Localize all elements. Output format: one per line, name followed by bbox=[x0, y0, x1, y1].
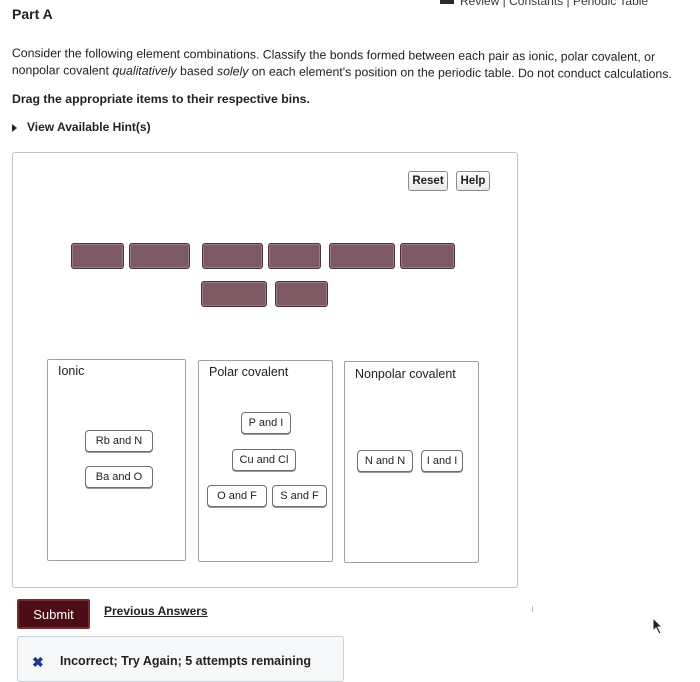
help-button[interactable]: Help bbox=[456, 171, 490, 191]
answer-tile[interactable] bbox=[129, 243, 190, 269]
bin-title: Polar covalent bbox=[209, 365, 289, 379]
instructions: Consider the following element combinati… bbox=[12, 45, 692, 83]
view-hints-toggle[interactable]: View Available Hint(s) bbox=[12, 120, 151, 134]
chip-n-and-n[interactable]: N and N bbox=[357, 450, 413, 472]
feedback-panel: ✖ Incorrect; Try Again; 5 attempts remai… bbox=[17, 636, 344, 682]
triangle-right-icon bbox=[12, 123, 17, 132]
bin-ionic[interactable]: Ionic bbox=[47, 359, 186, 561]
answer-tile[interactable] bbox=[71, 243, 124, 269]
answer-tile[interactable] bbox=[202, 243, 263, 269]
answer-tile[interactable] bbox=[329, 243, 395, 269]
chip-p-and-i[interactable]: P and I bbox=[241, 412, 291, 434]
top-links-text[interactable]: Review | Constants | Periodic Table bbox=[460, 0, 648, 8]
submit-button[interactable]: Submit bbox=[17, 599, 90, 629]
part-label: Part A bbox=[12, 6, 53, 22]
menu-lines-icon bbox=[440, 0, 454, 4]
divider-mark bbox=[532, 606, 533, 612]
chip-o-and-f[interactable]: O and F bbox=[207, 485, 267, 507]
bin-title: Ionic bbox=[58, 364, 85, 378]
answer-tile[interactable] bbox=[268, 243, 321, 269]
drag-instruction: Drag the appropriate items to their resp… bbox=[12, 92, 310, 106]
answer-tile[interactable] bbox=[275, 281, 328, 307]
chip-ba-and-o[interactable]: Ba and O bbox=[85, 466, 153, 488]
answer-tile[interactable] bbox=[201, 281, 267, 307]
x-icon: ✖ bbox=[32, 654, 44, 670]
previous-answers-link[interactable]: Previous Answers bbox=[104, 604, 208, 618]
answer-tile[interactable] bbox=[400, 243, 455, 269]
mouse-pointer-icon bbox=[652, 617, 664, 635]
bin-title: Nonpolar covalent bbox=[355, 367, 456, 381]
chip-i-and-i[interactable]: I and I bbox=[421, 450, 463, 472]
chip-s-and-f[interactable]: S and F bbox=[272, 485, 327, 507]
view-hints-label[interactable]: View Available Hint(s) bbox=[27, 120, 151, 134]
feedback-text: Incorrect; Try Again; 5 attempts remaini… bbox=[60, 654, 311, 668]
reset-button[interactable]: Reset bbox=[408, 171, 448, 191]
top-links[interactable]: Review | Constants | Periodic Table bbox=[440, 0, 700, 8]
chip-cu-and-cl[interactable]: Cu and Cl bbox=[232, 449, 296, 471]
instructions-line-2: nonpolar covalent qualitatively based so… bbox=[11, 62, 672, 82]
chip-rb-and-n[interactable]: Rb and N bbox=[85, 430, 153, 452]
